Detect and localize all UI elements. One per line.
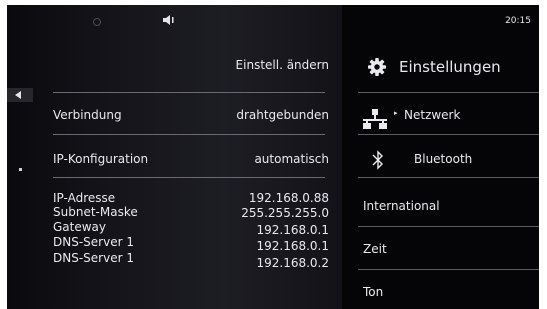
subnet-mask-label: Subnet-Maske	[53, 205, 138, 219]
change-settings-button[interactable]: Einstell. ändern	[236, 58, 329, 72]
network-icon	[363, 109, 387, 129]
ip-address-value: 192.168.0.88	[248, 191, 329, 205]
clock: 20:15	[505, 16, 531, 26]
back-arrow-icon	[15, 91, 21, 99]
menu-item-network[interactable]: Netzwerk	[404, 108, 460, 122]
menu-item-time[interactable]: Zeit	[363, 242, 387, 256]
dns-server-2-value: 192.168.0.2	[256, 256, 329, 270]
screen: 20:15 Einstell. ändern Verbindung drahtg…	[7, 5, 539, 309]
gateway-label: Gateway	[53, 220, 107, 234]
ip-address-label: IP-Adresse	[53, 191, 116, 205]
back-button[interactable]	[7, 88, 33, 102]
menu-divider	[358, 134, 539, 135]
divider	[53, 177, 325, 178]
menu-item-international[interactable]: International	[363, 199, 440, 213]
connection-value[interactable]: drahtgebunden	[236, 108, 329, 122]
selected-arrow-icon: ▸	[394, 109, 398, 117]
dns-server-2-label: DNS-Server 1	[53, 251, 134, 265]
page-indicator-dot	[19, 168, 22, 171]
divider	[53, 92, 325, 93]
settings-title: Einstellungen	[399, 58, 501, 76]
menu-divider	[358, 92, 539, 93]
menu-item-sound[interactable]: Ton	[363, 285, 383, 299]
menu-divider	[358, 177, 539, 178]
dns-server-1-label: DNS-Server 1	[53, 235, 134, 249]
bluetooth-icon	[372, 150, 383, 170]
connection-label: Verbindung	[53, 108, 122, 122]
ip-config-value[interactable]: automatisch	[254, 152, 329, 166]
gear-icon	[368, 58, 386, 76]
divider	[53, 134, 325, 135]
speaker-icon	[163, 15, 174, 25]
menu-divider	[358, 269, 539, 270]
subnet-mask-value: 255.255.255.0	[241, 206, 329, 220]
dns-server-1-value: 192.168.0.1	[256, 239, 329, 253]
ip-config-label: IP-Konfiguration	[53, 152, 149, 166]
menu-item-bluetooth[interactable]: Bluetooth	[414, 152, 472, 166]
status-circle-icon	[93, 18, 101, 26]
gateway-value: 192.168.0.1	[256, 223, 329, 237]
menu-divider	[358, 226, 539, 227]
